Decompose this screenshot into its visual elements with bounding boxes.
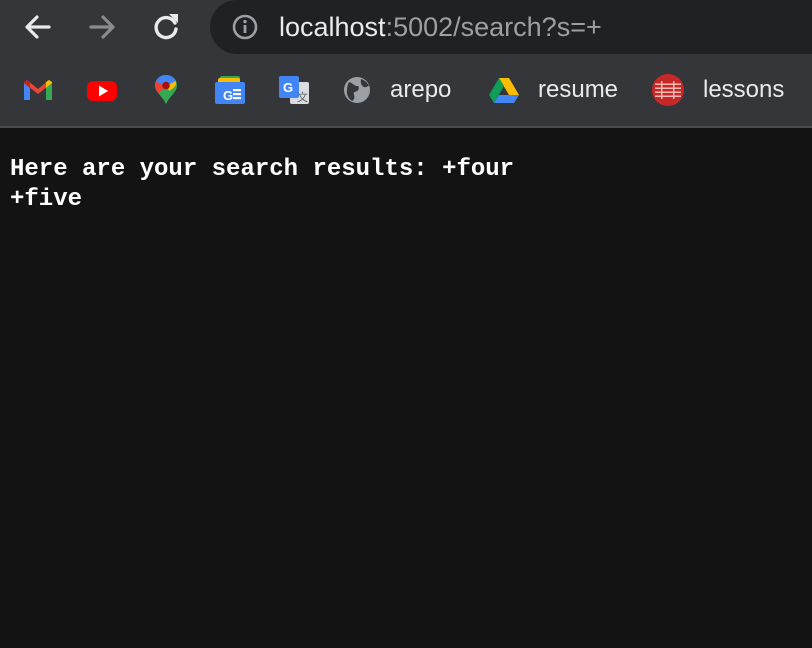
bookmark-label: lessons — [703, 76, 785, 103]
back-button[interactable] — [18, 7, 58, 47]
bookmark-lessons[interactable]: lessons — [651, 73, 784, 107]
youtube-icon — [87, 81, 117, 101]
info-icon[interactable] — [232, 14, 258, 40]
url-path: :5002/search?s=+ — [385, 12, 602, 42]
bookmark-label: resume — [538, 76, 619, 103]
bookmarks-bar: G G 文 arepo resume lessons — [0, 54, 812, 128]
bookmark-google-translate[interactable]: G 文 — [278, 73, 310, 107]
page-content: Here are your search results: +four +five — [10, 155, 812, 215]
bookmark-arepo[interactable]: arepo — [342, 73, 451, 107]
url-text: localhost:5002/search?s=+ — [279, 12, 602, 42]
bookmark-google-news[interactable]: G — [214, 73, 246, 107]
url-host: localhost — [279, 12, 386, 42]
bookmark-gmail[interactable] — [22, 73, 54, 107]
lessons-icon — [652, 74, 684, 106]
svg-text:G: G — [223, 88, 233, 103]
google-translate-icon: G 文 — [279, 76, 309, 104]
back-arrow-icon — [25, 15, 51, 39]
svg-text:文: 文 — [297, 90, 308, 104]
bookmark-google-maps[interactable] — [152, 73, 180, 107]
reload-button[interactable] — [146, 7, 186, 47]
google-drive-icon — [489, 78, 519, 103]
google-news-icon: G — [215, 76, 245, 104]
bookmark-resume[interactable]: resume — [488, 73, 618, 107]
svg-text:G: G — [283, 80, 293, 95]
forward-arrow-icon — [89, 15, 115, 39]
bookmark-youtube[interactable] — [86, 73, 118, 107]
address-bar[interactable]: localhost:5002/search?s=+ — [210, 0, 812, 54]
bookmark-label: arepo — [390, 76, 452, 103]
forward-button[interactable] — [82, 7, 122, 47]
search-results-line: Here are your search results: +four — [10, 156, 515, 183]
search-results-line: +five — [10, 186, 83, 213]
globe-icon — [344, 77, 370, 103]
reload-icon — [154, 14, 178, 40]
google-maps-icon — [155, 75, 177, 105]
gmail-icon — [24, 80, 52, 100]
browser-toolbar: localhost:5002/search?s=+ — [0, 0, 812, 54]
